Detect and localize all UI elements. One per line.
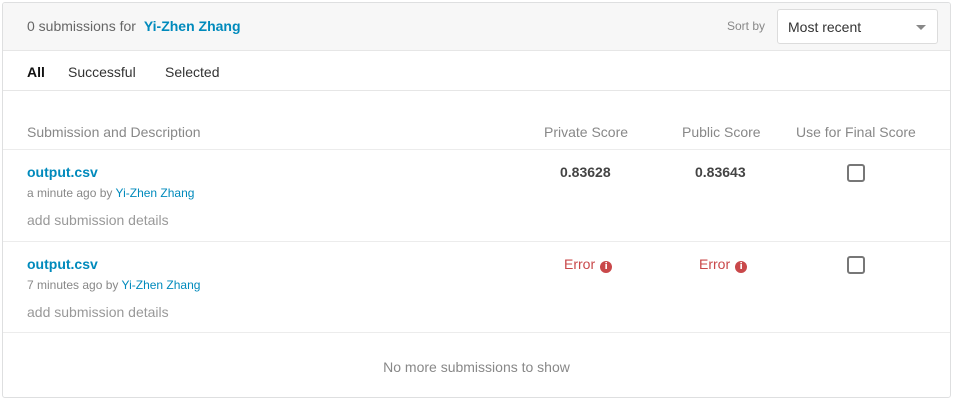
add-details-link[interactable]: add submission details — [27, 304, 169, 320]
submission-meta: a minute ago by Yi-Zhen Zhang — [27, 186, 194, 200]
sort-label: Sort by — [727, 19, 766, 33]
private-score-error: Error i — [564, 256, 613, 273]
public-score-error: Error i — [699, 256, 748, 273]
no-more-submissions-text: No more submissions to show — [383, 359, 570, 375]
column-header-submission: Submission and Description — [27, 124, 201, 140]
sort-value: Most recent — [788, 19, 862, 35]
add-details-link[interactable]: add submission details — [27, 212, 169, 228]
submission-file-link[interactable]: output.csv — [27, 256, 98, 272]
private-score: 0.83628 — [560, 164, 611, 180]
header-user-link[interactable]: Yi-Zhen Zhang — [144, 18, 241, 34]
submissions-header: 0 submissions for Yi-Zhen Zhang Sort by … — [3, 3, 950, 51]
tab-selected[interactable]: Selected — [165, 64, 219, 80]
submission-user-link[interactable]: Yi-Zhen Zhang — [122, 278, 201, 292]
submission-row: output.csv a minute ago by Yi-Zhen Zhang… — [3, 149, 950, 241]
final-score-checkbox[interactable] — [847, 256, 865, 274]
submissions-panel: 0 submissions for Yi-Zhen Zhang Sort by … — [2, 2, 951, 398]
count-text: 0 submissions for — [27, 18, 136, 34]
sort-dropdown[interactable]: Most recent — [777, 9, 938, 44]
column-header-private-score: Private Score — [544, 124, 629, 140]
public-score-error-text: Error — [699, 256, 731, 272]
column-header-final-score: Use for Final Score — [796, 124, 916, 140]
info-icon[interactable]: i — [735, 261, 748, 273]
submission-time: 7 minutes ago by — [27, 278, 119, 292]
submission-time: a minute ago by — [27, 186, 113, 200]
submission-meta: 7 minutes ago by Yi-Zhen Zhang — [27, 278, 200, 292]
submission-row: output.csv 7 minutes ago by Yi-Zhen Zhan… — [3, 241, 950, 332]
info-icon[interactable]: i — [600, 261, 613, 273]
final-score-checkbox[interactable] — [847, 164, 865, 182]
submission-user-link[interactable]: Yi-Zhen Zhang — [116, 186, 195, 200]
submissions-count: 0 submissions for Yi-Zhen Zhang — [27, 18, 241, 34]
public-score: 0.83643 — [695, 164, 746, 180]
submission-file-link[interactable]: output.csv — [27, 164, 98, 180]
tab-successful[interactable]: Successful — [68, 64, 136, 80]
chevron-down-icon — [916, 25, 926, 30]
filter-tabs: All Successful Selected — [3, 52, 950, 91]
submissions-footer: No more submissions to show — [3, 332, 950, 397]
private-score-error-text: Error — [564, 256, 596, 272]
tab-all[interactable]: All — [27, 64, 45, 80]
column-header-public-score: Public Score — [682, 124, 761, 140]
